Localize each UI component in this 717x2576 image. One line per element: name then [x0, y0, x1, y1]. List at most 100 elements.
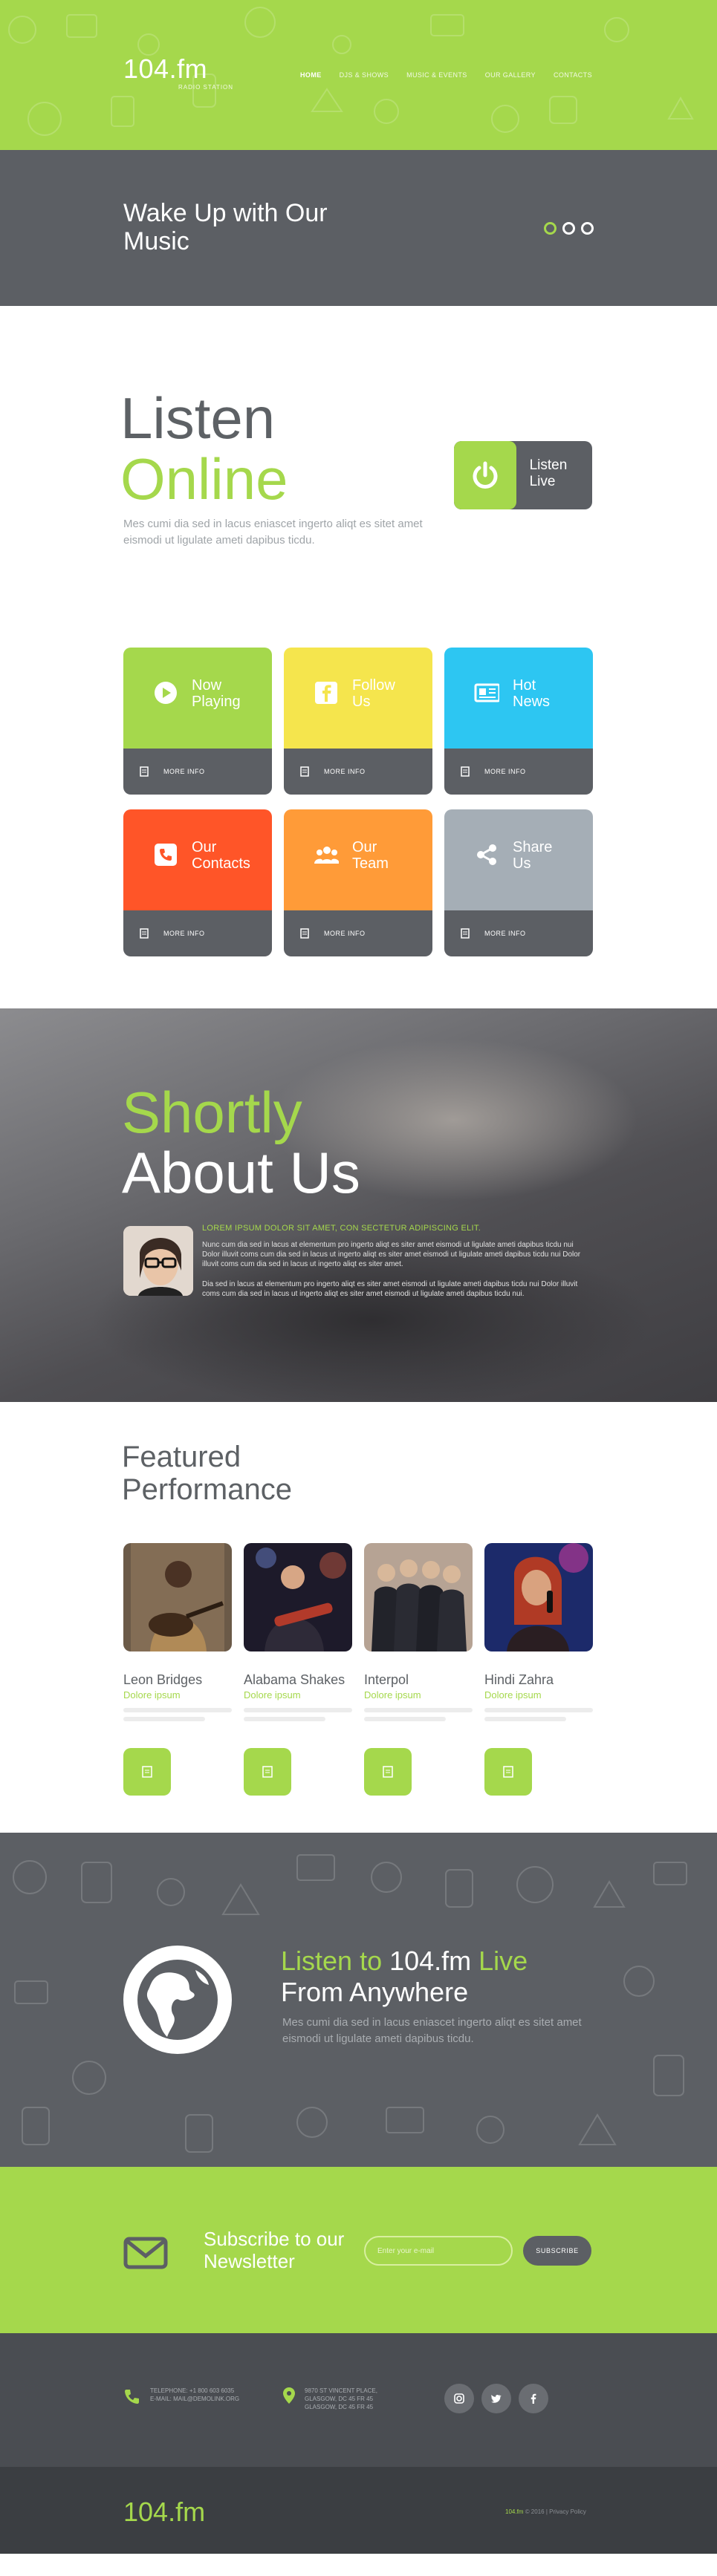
- performer-more-button[interactable]: [244, 1748, 291, 1796]
- text-placeholder-line: [484, 1717, 566, 1721]
- nav-home[interactable]: HOME: [300, 71, 322, 79]
- online-heading: Online: [120, 446, 288, 512]
- copyright-brand: 104.fm: [505, 2508, 524, 2515]
- address-line: GLASGOW, DC 45 FR 45: [305, 2396, 374, 2402]
- tile-more-info[interactable]: MORE INFO: [324, 930, 366, 937]
- document-icon: [461, 928, 470, 939]
- tile-more-info[interactable]: MORE INFO: [484, 768, 526, 775]
- share-icon: [474, 842, 499, 867]
- tile-now-playing[interactable]: Now Playing MORE INFO: [123, 648, 272, 795]
- performer-photo[interactable]: [364, 1543, 473, 1651]
- featured-performance-section: Featured Performance Leon Bridges Dolore…: [0, 1402, 717, 1833]
- document-icon: [383, 1766, 393, 1778]
- text-placeholder-line: [123, 1717, 205, 1721]
- phone-icon: [153, 842, 178, 867]
- site-tagline: RADIO STATION: [178, 84, 234, 91]
- email-field[interactable]: [364, 2236, 513, 2266]
- slider-dot-1[interactable]: [544, 222, 557, 235]
- anywhere-title: Listen to 104.fm Live From Anywhere: [281, 1946, 528, 2008]
- tile-label: Follow Us: [352, 677, 395, 710]
- performer-genre: Dolore ipsum: [484, 1689, 542, 1701]
- nav-music-events[interactable]: MUSIC & EVENTS: [406, 71, 467, 79]
- about-title-shortly: Shortly: [122, 1080, 302, 1145]
- performer-card: Hindi Zahra Dolore ipsum: [484, 1543, 593, 1796]
- performer-photo[interactable]: [244, 1543, 352, 1651]
- text-placeholder-line: [364, 1717, 446, 1721]
- listen-online-section: Listen Online Mes cumi dia sed in lacus …: [0, 306, 717, 648]
- site-logo[interactable]: 104.fm: [123, 53, 207, 85]
- performer-more-button[interactable]: [364, 1748, 412, 1796]
- subscribe-button[interactable]: SUBSCRIBE: [523, 2236, 591, 2266]
- nav-djs-shows[interactable]: DJS & SHOWS: [340, 71, 389, 79]
- facebook-icon: [314, 680, 339, 705]
- facebook-icon[interactable]: [519, 2384, 548, 2413]
- newspaper-icon: [474, 680, 499, 705]
- newsletter-section: Subscribe to our Newsletter SUBSCRIBE: [0, 2167, 717, 2333]
- tile-hot-news[interactable]: Hot News MORE INFO: [444, 648, 593, 795]
- slider-dot-2[interactable]: [562, 222, 575, 235]
- tile-our-contacts[interactable]: Our Contacts MORE INFO: [123, 809, 272, 956]
- newsletter-title: Subscribe to our Newsletter: [204, 2228, 345, 2272]
- performer-more-button[interactable]: [123, 1748, 171, 1796]
- slider-dot-3[interactable]: [581, 222, 594, 235]
- document-icon: [461, 766, 470, 777]
- performer-more-button[interactable]: [484, 1748, 532, 1796]
- performer-name[interactable]: Leon Bridges: [123, 1672, 232, 1688]
- anywhere-title-line2: From Anywhere: [281, 1977, 469, 2007]
- performer-card: Alabama Shakes Dolore ipsum: [244, 1543, 352, 1796]
- nav-our-gallery[interactable]: OUR GALLERY: [485, 71, 536, 79]
- tile-our-team[interactable]: Our Team MORE INFO: [284, 809, 432, 956]
- twitter-icon[interactable]: [481, 2384, 511, 2413]
- featured-title: Featured Performance: [122, 1441, 292, 1506]
- text-placeholder-line: [123, 1708, 232, 1712]
- footer-bottom-bar: 104.fm 104.fm © 2016 | Privacy Policy: [0, 2467, 717, 2554]
- address-line: GLASGOW, DC 45 FR 45: [305, 2404, 374, 2410]
- performer-name[interactable]: Hindi Zahra: [484, 1672, 593, 1688]
- tile-more-info[interactable]: MORE INFO: [324, 768, 366, 775]
- text-placeholder-line: [244, 1708, 352, 1712]
- footer-email[interactable]: E-MAIL: MAIL@DEMOLINK.ORG: [150, 2395, 239, 2403]
- tile-label: Our Team: [352, 839, 389, 872]
- slider-title: Wake Up with Our Music: [123, 199, 328, 255]
- footer-phone-info: TELEPHONE: +1 800 603 6035 E-MAIL: MAIL@…: [150, 2387, 239, 2403]
- text-placeholder-line: [244, 1717, 325, 1721]
- instagram-icon[interactable]: [444, 2384, 474, 2413]
- tile-label: Our Contacts: [192, 839, 250, 872]
- footer-logo[interactable]: 104.fm: [123, 2497, 205, 2528]
- document-icon: [503, 1766, 513, 1778]
- text-placeholder-line: [364, 1708, 473, 1712]
- document-icon: [300, 928, 309, 939]
- tile-more-info[interactable]: MORE INFO: [163, 930, 205, 937]
- tile-more-info[interactable]: MORE INFO: [163, 768, 205, 775]
- hero-slider: Wake Up with Our Music: [0, 150, 717, 306]
- phone-icon: [125, 2390, 139, 2404]
- feature-tiles: Now Playing MORE INFO Follow Us MORE INF…: [0, 648, 717, 1008]
- text-placeholder-line: [484, 1708, 593, 1712]
- globe-icon: [123, 1946, 232, 2054]
- performer-name[interactable]: Interpol: [364, 1672, 473, 1688]
- tile-share-us[interactable]: Share Us MORE INFO: [444, 809, 593, 956]
- performer-card: Leon Bridges Dolore ipsum: [123, 1543, 232, 1796]
- anywhere-description: Mes cumi dia sed in lacus eniascet inger…: [282, 2016, 582, 2045]
- main-nav: HOME DJS & SHOWS MUSIC & EVENTS OUR GALL…: [300, 71, 592, 79]
- copyright-rest[interactable]: © 2016 | Privacy Policy: [523, 2508, 586, 2515]
- mail-icon: [123, 2237, 168, 2269]
- nav-contacts[interactable]: CONTACTS: [554, 71, 592, 79]
- anywhere-title-part: Listen to: [281, 1946, 390, 1976]
- team-icon: [314, 842, 339, 867]
- document-icon: [140, 928, 149, 939]
- tile-follow-us[interactable]: Follow Us MORE INFO: [284, 648, 432, 795]
- address-line: 9870 ST VINCENT PLACE,: [305, 2387, 377, 2394]
- avatar: [123, 1226, 193, 1296]
- anywhere-title-brand: 104.fm: [389, 1946, 472, 1976]
- tile-more-info[interactable]: MORE INFO: [484, 930, 526, 937]
- performer-photo[interactable]: [484, 1543, 593, 1651]
- listen-live-button[interactable]: Listen Live: [454, 441, 592, 509]
- anywhere-title-part: Live: [471, 1946, 528, 1976]
- performer-photo[interactable]: [123, 1543, 232, 1651]
- performer-card: Interpol Dolore ipsum: [364, 1543, 473, 1796]
- performer-name[interactable]: Alabama Shakes: [244, 1672, 352, 1688]
- listen-anywhere-section: Listen to 104.fm Live From Anywhere Mes …: [0, 1833, 717, 2167]
- listen-description: Mes cumi dia sed in lacus eniascet inger…: [123, 518, 423, 547]
- location-pin-icon: [283, 2387, 295, 2404]
